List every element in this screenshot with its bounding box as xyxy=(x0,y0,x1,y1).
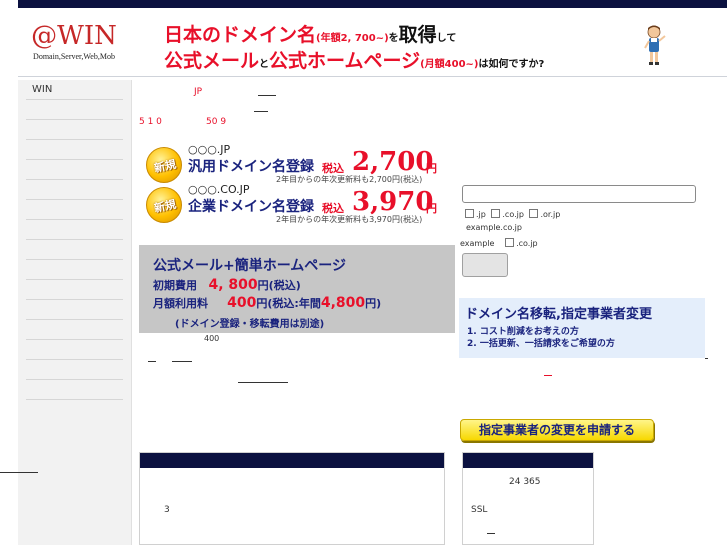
sidebar-item[interactable] xyxy=(26,120,123,140)
site-logo[interactable]: @WIN Domain,Server,Web,Mob xyxy=(18,22,130,67)
plan-title: 公式メール+簡単ホームページ xyxy=(153,258,347,274)
product-domain: ○○○.CO.JP xyxy=(188,183,250,196)
new-badge-icon: 新規 xyxy=(146,147,182,183)
cojp-checkbox[interactable] xyxy=(505,238,515,247)
sidebar-item[interactable] xyxy=(26,140,123,160)
sidebar-item[interactable] xyxy=(26,380,123,400)
sidebar-item-win[interactable]: WIN xyxy=(26,80,123,100)
example-text: example.co.jp xyxy=(466,223,522,232)
plan-box[interactable]: 公式メール+簡単ホームページ 初期費用 4, 800円(税込) 月額利用料 40… xyxy=(139,245,455,333)
sidebar-item[interactable] xyxy=(26,280,123,300)
text-underline xyxy=(238,382,288,383)
sidebar-item[interactable] xyxy=(26,100,123,120)
top-bar xyxy=(18,0,727,8)
number-text: 50 9 xyxy=(206,117,227,127)
text-underline xyxy=(254,111,268,112)
tld-checkbox-row: .jp .co.jp .or.jp xyxy=(462,209,560,219)
tld-checkbox[interactable] xyxy=(465,209,474,218)
tld-checkbox[interactable] xyxy=(491,209,501,218)
text-underline xyxy=(258,95,276,96)
product-cojp-registration[interactable]: 新規 ○○○.CO.JP 企業ドメイン名登録 税込 3,970 円 2年目からの… xyxy=(146,183,446,227)
sidebar-item[interactable] xyxy=(26,180,123,200)
logo-text: @WIN xyxy=(31,21,117,51)
header-divider xyxy=(18,76,727,77)
text-underline xyxy=(148,361,156,362)
plan-monthly-fee: 月額利用料 400円(税込:年間4,800円) xyxy=(153,295,382,311)
left-divider xyxy=(0,472,38,473)
sidebar-item[interactable] xyxy=(26,220,123,240)
text-underline xyxy=(487,533,495,534)
product-price: 3,970 xyxy=(352,187,434,217)
sidebar-item[interactable] xyxy=(26,160,123,180)
sidebar-item[interactable] xyxy=(26,320,123,340)
transfer-line-2: 2. 一括更新、一括請求をご希望の方 xyxy=(467,339,615,349)
new-badge-icon: 新規 xyxy=(146,187,182,223)
text-underline xyxy=(172,361,192,362)
support-hours-text: 24 365 xyxy=(509,477,541,487)
plan-note: (ドメイン登録・移転費用は別途) xyxy=(175,319,325,330)
sidebar-item[interactable] xyxy=(26,260,123,280)
product-label: 汎用ドメイン名登録 xyxy=(188,159,314,175)
sidebar-item[interactable] xyxy=(26,300,123,320)
mascot-illustration-icon xyxy=(644,25,666,65)
number-text: 5 1 0 xyxy=(139,117,162,127)
apply-change-button[interactable]: 指定事業者の変更を申請する xyxy=(460,419,654,441)
product-domain: ○○○.JP xyxy=(188,143,231,156)
info-box-right: 24 365 SSL xyxy=(462,452,594,545)
search-button[interactable] xyxy=(462,253,508,277)
renewal-note: 2年目からの年次更新料も3,970円(税込) xyxy=(276,215,423,224)
product-label: 企業ドメイン名登録 xyxy=(188,199,314,215)
product-jp-registration[interactable]: 新規 ○○○.JP 汎用ドメイン名登録 税込 2,700 円 2年目からの年次更… xyxy=(146,143,446,187)
transfer-banner[interactable]: ドメイン名移転,指定事業者変更 1. コスト削減をお考えの方 2. 一括更新、一… xyxy=(459,298,705,358)
yen-label: 円 xyxy=(426,202,437,215)
sidebar-item[interactable] xyxy=(26,340,123,360)
sidebar-item[interactable] xyxy=(26,200,123,220)
logo-tagline: Domain,Server,Web,Mob xyxy=(33,52,115,61)
sidebar-item[interactable] xyxy=(26,360,123,380)
plan-initial-fee: 初期費用 4, 800円(税込) xyxy=(153,277,301,293)
headline-line-2: 公式メールと公式ホームページ(月額400~)は如何ですか? xyxy=(164,50,545,72)
transfer-title: ドメイン名移転,指定事業者変更 xyxy=(465,307,652,322)
ssl-text: SSL xyxy=(471,505,488,515)
headline-line-1: 日本のドメイン名(年額2, 700~)を取得して xyxy=(164,24,457,46)
info-box-left: 3 xyxy=(139,452,445,545)
plan-sub-text: 400 xyxy=(204,334,220,343)
product-price: 2,700 xyxy=(352,147,434,177)
sidebar-item[interactable] xyxy=(26,240,123,260)
tld-checkbox[interactable] xyxy=(529,209,539,218)
red-underline xyxy=(544,375,552,376)
jp-text: JP xyxy=(194,87,203,97)
box-header xyxy=(463,453,593,468)
example-option-row: example .co.jp xyxy=(460,238,538,248)
yen-label: 円 xyxy=(426,162,437,175)
box-text: 3 xyxy=(164,505,170,515)
text-underline xyxy=(705,358,708,359)
domain-search-input[interactable] xyxy=(462,185,696,203)
box-header xyxy=(140,453,444,468)
sidebar: WIN xyxy=(18,80,132,545)
